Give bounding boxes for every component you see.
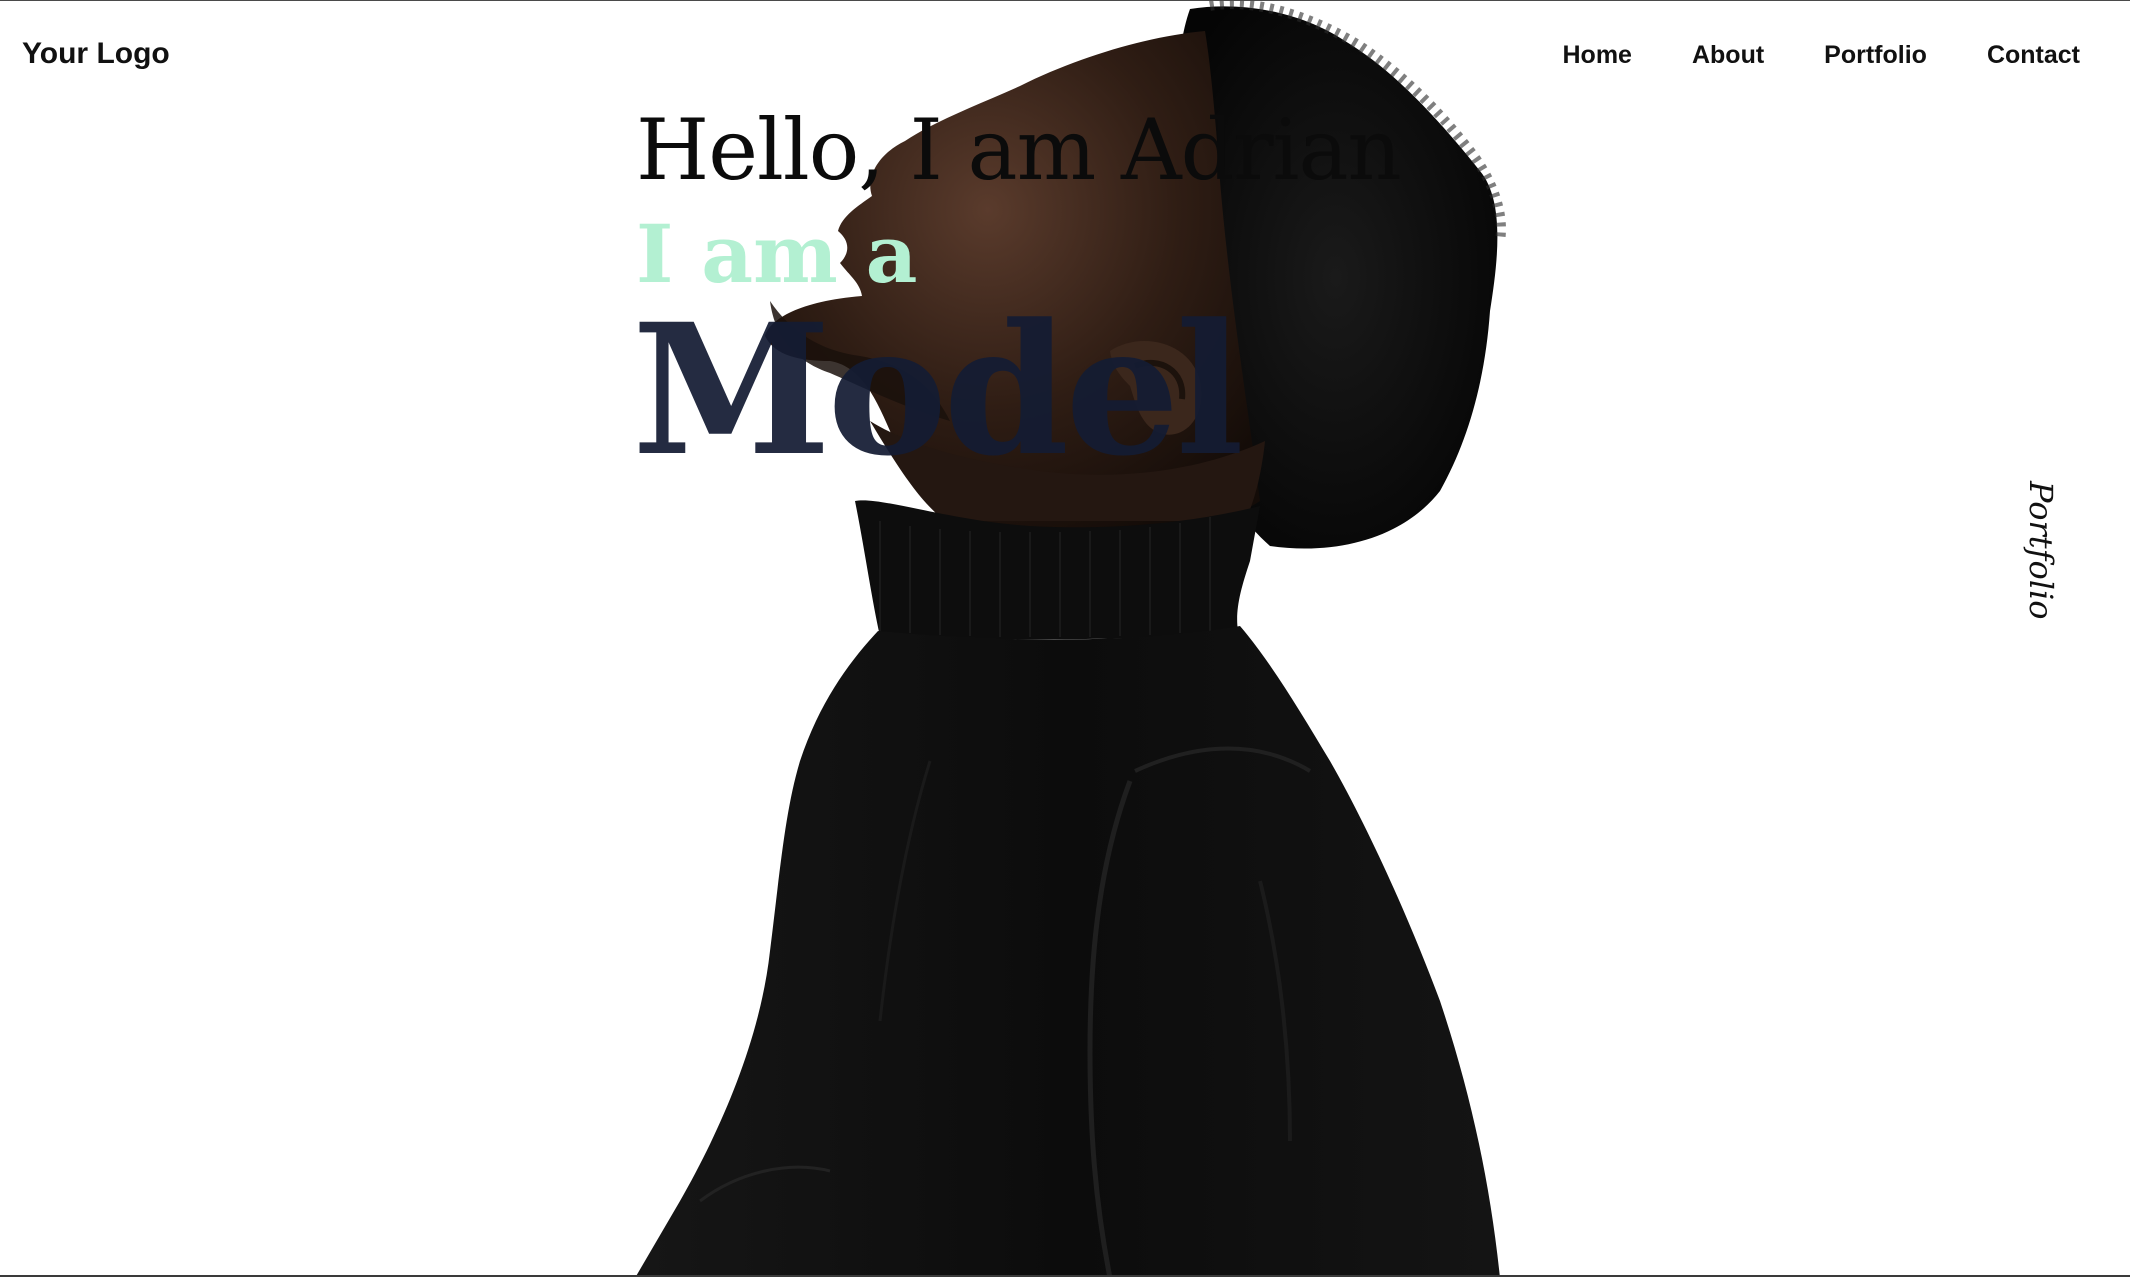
nav-home[interactable]: Home (1563, 41, 1632, 70)
nav-contact[interactable]: Contact (1987, 41, 2080, 70)
nav-portfolio[interactable]: Portfolio (1824, 41, 1927, 70)
site-logo[interactable]: Your Logo (22, 37, 170, 71)
hero-role: Model (632, 285, 1244, 496)
main-nav: Home About Portfolio Contact (1563, 41, 2081, 70)
nav-about[interactable]: About (1692, 41, 1764, 70)
hero-greeting: Hello, I am Adrian (636, 101, 1402, 199)
side-portfolio-link[interactable]: Portfolio (2022, 481, 2060, 620)
page: Your Logo Home About Portfolio Contact H… (0, 0, 2130, 1277)
